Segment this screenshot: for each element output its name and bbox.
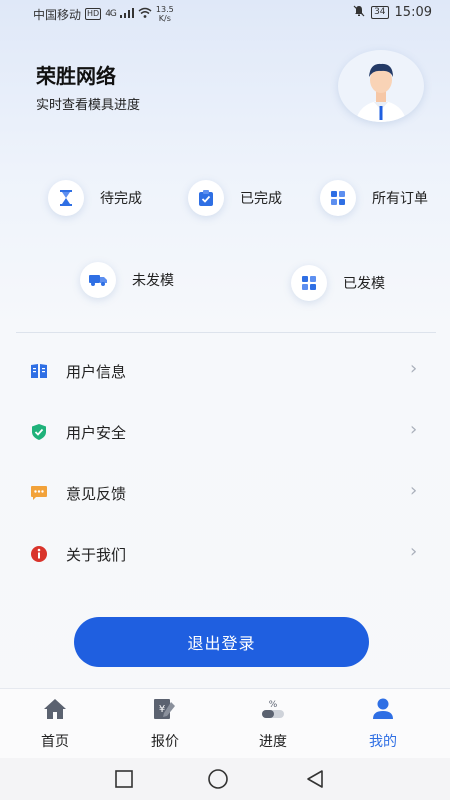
hd-badge: HD [85,8,102,20]
clock: 15:09 [394,5,432,20]
shortcut-all-orders[interactable]: 所有订单 [320,180,428,216]
carrier-name: 中国移动 [33,7,82,22]
back-icon[interactable] [304,768,326,790]
chevron-right-icon: › [410,541,418,562]
tab-label: 我的 [369,734,397,750]
status-bar: 中国移动 HD 4G 13.5 K/s 34 15:09 [0,0,450,28]
menu-label: 关于我们 [66,546,127,564]
system-nav-bar [0,758,450,800]
brand-subtitle: 实时查看模具进度 [36,98,141,113]
truck-icon [80,262,116,298]
shortcut-shipped[interactable]: 已发模 [291,265,385,301]
menu-user-security[interactable]: 用户安全 › [0,407,450,457]
section-divider [16,332,436,333]
shortcut-label: 已发模 [343,276,385,292]
tab-label: 进度 [259,734,287,750]
tab-mine[interactable]: 我的 [348,697,418,755]
shortcut-not-shipped[interactable]: 未发模 [80,262,174,298]
tab-progress[interactable]: % 进度 [238,697,308,755]
info-icon [30,545,48,563]
chevron-right-icon: › [410,419,418,440]
battery-level: 34 [371,6,389,19]
grid-icon [320,180,356,216]
shield-check-icon [30,423,48,441]
tab-home[interactable]: 首页 [20,697,90,755]
avatar[interactable] [338,50,424,122]
hourglass-icon [48,180,84,216]
logout-button[interactable]: 退出登录 [74,617,369,667]
svg-text:%: % [269,700,278,710]
chevron-right-icon: › [410,358,418,379]
screen: 中国移动 HD 4G 13.5 K/s 34 15:09 荣胜网络 实时查看模具… [0,0,450,800]
home-circle-icon[interactable] [207,768,229,790]
recent-apps-icon[interactable] [113,768,135,790]
book-icon [30,362,48,380]
menu-label: 用户信息 [66,363,127,381]
net-speed-value: 13.5 [155,5,174,14]
chevron-right-icon: › [410,480,418,501]
signal-type: 4G [105,9,117,19]
chat-bubble-icon [30,484,48,502]
shortcut-completed[interactable]: 已完成 [188,180,282,216]
avatar-user-icon [356,63,406,122]
grid-icon [291,265,327,301]
user-icon [370,697,396,721]
menu-label: 用户安全 [66,424,127,442]
tab-label: 报价 [151,734,179,750]
shortcut-label: 所有订单 [372,191,428,207]
home-icon [42,697,68,721]
net-speed-unit: K/s [158,14,171,23]
net-speed: 13.5 K/s [156,5,174,23]
menu-feedback[interactable]: 意见反馈 › [0,468,450,518]
shortcut-label: 已完成 [240,191,282,207]
status-left: 中国移动 HD 4G 13.5 K/s [33,5,174,23]
tab-quote[interactable]: ¥ 报价 [130,697,200,755]
signal-bars-icon [119,7,134,21]
bell-muted-icon [353,5,365,20]
clipboard-check-icon [188,180,224,216]
shortcut-pending[interactable]: 待完成 [48,180,142,216]
tab-label: 首页 [41,734,69,750]
menu-label: 意见反馈 [66,485,127,503]
shortcut-label: 待完成 [100,191,142,207]
shortcut-label: 未发模 [132,273,174,289]
wifi-icon [138,7,152,21]
status-right: 34 15:09 [353,5,432,20]
bottom-tab-bar: 首页 ¥ 报价 % 进度 我的 [0,688,450,759]
menu-about-us[interactable]: 关于我们 › [0,529,450,579]
progress-icon: % [260,697,286,721]
quote-icon: ¥ [152,697,178,721]
brand-title: 荣胜网络 [36,64,116,88]
menu-user-info[interactable]: 用户信息 › [0,346,450,396]
